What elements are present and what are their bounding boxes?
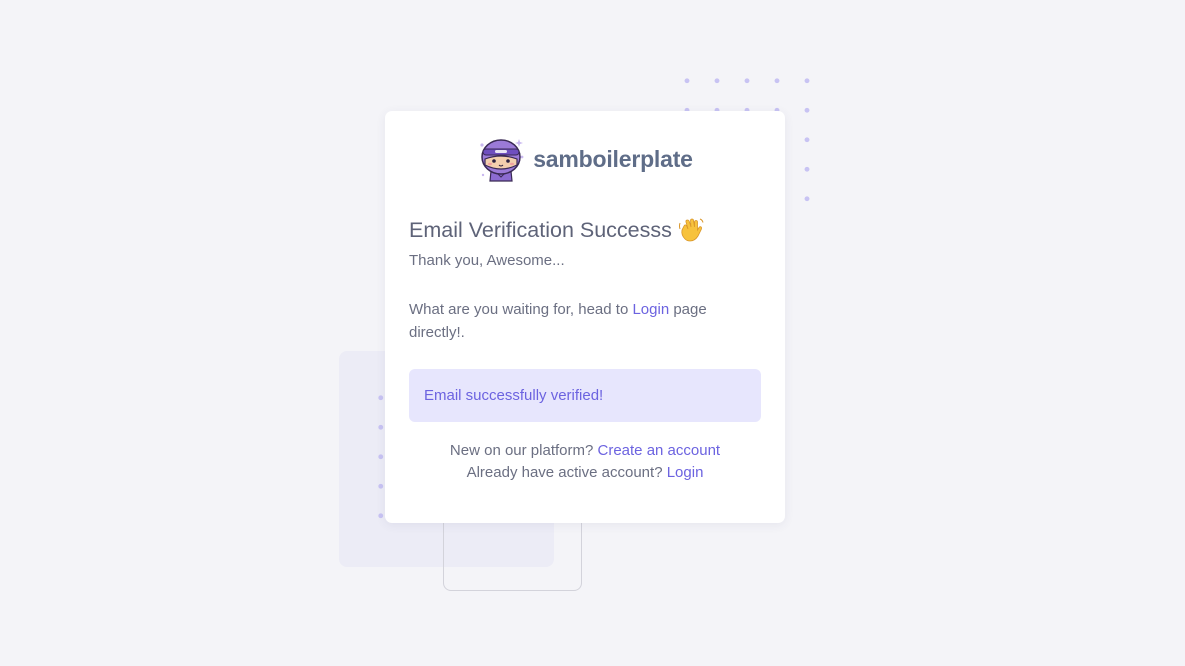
ninja-mascot-icon <box>480 139 524 182</box>
footer-links: New on our platform? Create an account A… <box>409 440 761 484</box>
title-text: Email Verification Successs <box>409 218 672 242</box>
instruction-prefix: What are you waiting for, head to <box>409 301 629 318</box>
instruction-text: What are you waiting for, head to Login … <box>409 298 739 344</box>
page-title: Email Verification Successs <box>409 217 761 243</box>
login-prompt: Already have active account? <box>466 464 663 481</box>
login-link[interactable]: Login <box>667 464 704 481</box>
login-link-inline[interactable]: Login <box>632 301 669 318</box>
success-alert-message: Email successfully verified! <box>424 387 604 404</box>
waving-hand-icon <box>678 218 704 242</box>
brand-header[interactable]: samboilerplate <box>409 135 761 183</box>
brand-name: samboilerplate <box>533 145 693 172</box>
subtitle: Thank you, Awesome... <box>409 252 565 269</box>
register-row: New on our platform? Create an account <box>409 440 761 462</box>
create-account-link[interactable]: Create an account <box>598 442 721 459</box>
login-row: Already have active account? Login <box>409 462 761 484</box>
register-prompt: New on our platform? <box>449 442 594 459</box>
success-alert: Email successfully verified! <box>409 369 761 422</box>
page: samboilerplate Email Verification Succes… <box>0 0 1185 666</box>
verification-card: samboilerplate Email Verification Succes… <box>385 111 785 523</box>
